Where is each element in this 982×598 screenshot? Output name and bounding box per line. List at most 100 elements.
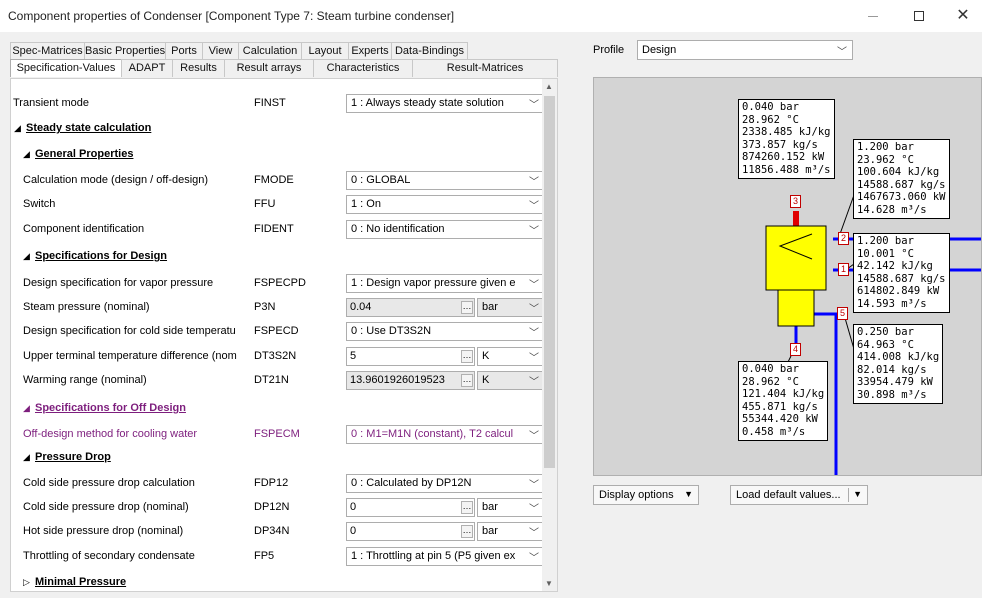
tab-view[interactable]: View xyxy=(202,42,239,60)
property-row-ffu: Switch FFU 1 : On ﹀ xyxy=(11,193,543,216)
pin-2[interactable]: 2 xyxy=(838,232,849,245)
chevron-down-icon: ﹀ xyxy=(529,304,539,315)
tab-results[interactable]: Results xyxy=(172,59,225,77)
p3n-unit-select[interactable]: bar ﹀ xyxy=(477,298,543,317)
chevron-down-icon: ﹀ xyxy=(529,553,539,564)
property-code: FINST xyxy=(254,97,286,109)
chevron-down-icon: ﹀ xyxy=(529,377,539,388)
ellipsis-button[interactable]: … xyxy=(461,525,473,538)
p3n-input[interactable]: 0.04… xyxy=(346,298,475,317)
dt21n-input[interactable]: 13.9601926019523… xyxy=(346,371,475,390)
expand-triangle-icon: ▷ xyxy=(23,577,30,587)
property-code: FSPECPD xyxy=(254,277,306,289)
tab-ports[interactable]: Ports xyxy=(165,42,203,60)
tab-specification-values[interactable]: Specification-Values xyxy=(10,59,122,77)
load-default-values-button[interactable]: Load default values... ▼ xyxy=(730,485,868,505)
fdp12-select[interactable]: 0 : Calculated by DP12N ﹀ xyxy=(346,474,543,493)
window-title: Component properties of Condenser [Compo… xyxy=(8,9,455,23)
tab-spec-matrices[interactable]: Spec-Matrices xyxy=(10,42,85,60)
property-code: FSPECM xyxy=(254,428,300,440)
fmode-select[interactable]: 0 : GLOBAL ﹀ xyxy=(346,171,543,190)
property-row-dt21n: Warming range (nominal) DT21N 13.9601926… xyxy=(11,369,543,392)
ellipsis-button[interactable]: … xyxy=(461,301,473,314)
ffu-select[interactable]: 1 : On ﹀ xyxy=(346,195,543,214)
collapse-triangle-icon: ◢ xyxy=(14,123,21,133)
chevron-down-icon: ﹀ xyxy=(529,328,539,339)
tab-adapt[interactable]: ADAPT xyxy=(121,59,173,77)
property-row-p3n: Steam pressure (nominal) P3N 0.04… bar ﹀ xyxy=(11,296,543,319)
property-row-fp5: Throttling of secondary condensate FP5 1… xyxy=(11,545,543,568)
tab-row-1: Spec-Matrices Basic Properties Ports Vie… xyxy=(10,42,558,60)
dt21n-unit-select[interactable]: K ﹀ xyxy=(477,371,543,390)
minimize-button[interactable] xyxy=(850,0,896,32)
diagram-canvas[interactable]: 3 2 1 5 4 0.040 bar 28.962 °C 2338.485 kJ/… xyxy=(593,77,982,476)
result-box-pin3: 0.040 bar 28.962 °C 2338.485 kJ/kg 373.857… xyxy=(738,99,835,179)
scroll-down-icon[interactable]: ▼ xyxy=(545,579,553,588)
property-label: Steam pressure (nominal) xyxy=(23,301,150,313)
property-panel: Transient mode FINST 1 : Always steady s… xyxy=(10,78,558,592)
chevron-down-icon: ﹀ xyxy=(529,177,539,188)
property-code: DT3S2N xyxy=(254,350,297,362)
tab-result-arrays[interactable]: Result arrays xyxy=(224,59,314,77)
section-general-properties[interactable]: ◢ General Properties xyxy=(23,148,133,160)
section-minimal-pressure[interactable]: ▷ Minimal Pressure xyxy=(23,576,126,588)
collapse-triangle-icon: ◢ xyxy=(23,251,30,261)
chevron-down-icon: ﹀ xyxy=(529,100,539,111)
ellipsis-button[interactable]: … xyxy=(461,350,473,363)
section-specifications-design[interactable]: ◢ Specifications for Design xyxy=(23,250,167,262)
chevron-down-icon: ﹀ xyxy=(529,201,539,212)
tab-data-bindings[interactable]: Data-Bindings xyxy=(391,42,468,60)
ellipsis-button[interactable]: … xyxy=(461,501,473,514)
section-specifications-off-design[interactable]: ◢ Specifications for Off Design xyxy=(23,402,186,414)
dt3s2n-unit-select[interactable]: K ﹀ xyxy=(477,347,543,366)
section-steady-state[interactable]: ◢ Steady state calculation xyxy=(14,122,151,134)
dp34n-input[interactable]: 0… xyxy=(346,522,475,541)
scroll-up-icon[interactable]: ▲ xyxy=(545,82,553,91)
finst-select[interactable]: 1 : Always steady state solution ﹀ xyxy=(346,94,543,113)
dp12n-unit-select[interactable]: bar ﹀ xyxy=(477,498,543,517)
tab-experts[interactable]: Experts xyxy=(348,42,392,60)
result-box-pin5: 0.250 bar 64.963 °C 414.008 kJ/kg 82.014 k… xyxy=(853,324,944,404)
close-button[interactable]: ✕ xyxy=(940,0,982,32)
vertical-scrollbar[interactable]: ▲ ▼ xyxy=(542,79,557,591)
property-code: FIDENT xyxy=(254,223,294,235)
tab-result-matrices[interactable]: Result-Matrices xyxy=(412,59,558,77)
close-icon: ✕ xyxy=(956,7,970,24)
property-row-fspecd: Design specification for cold side tempe… xyxy=(11,320,543,343)
property-code: FDP12 xyxy=(254,477,289,489)
fspecd-select[interactable]: 0 : Use DT3S2N ﹀ xyxy=(346,322,543,341)
maximize-button[interactable] xyxy=(896,0,942,32)
ellipsis-button[interactable]: … xyxy=(461,374,473,387)
collapse-triangle-icon: ◢ xyxy=(23,149,30,159)
pin-3[interactable]: 3 xyxy=(790,195,801,208)
tab-characteristics[interactable]: Characteristics xyxy=(313,59,413,77)
fp5-select[interactable]: 1 : Throttling at pin 5 (P5 given ex ﹀ xyxy=(346,547,543,566)
tab-basic-properties[interactable]: Basic Properties xyxy=(84,42,166,60)
profile-label: Profile xyxy=(593,44,625,56)
property-code: DP34N xyxy=(254,525,290,537)
pin-5[interactable]: 5 xyxy=(837,307,848,320)
dp12n-input[interactable]: 0… xyxy=(346,498,475,517)
property-row-finst: Transient mode FINST 1 : Always steady s… xyxy=(11,92,543,115)
property-code: P3N xyxy=(254,301,276,313)
scrollbar-thumb[interactable] xyxy=(544,96,555,468)
result-box-pin2: 1.200 bar 23.962 °C 100.604 kJ/kg 14588.68… xyxy=(853,139,950,219)
display-options-button[interactable]: Display options ▼ xyxy=(593,485,699,505)
collapse-triangle-icon: ◢ xyxy=(23,452,30,462)
dropdown-arrow-icon[interactable]: ▼ xyxy=(853,489,862,499)
tab-calculation[interactable]: Calculation xyxy=(238,42,302,60)
pin-1[interactable]: 1 xyxy=(838,263,849,276)
tab-layout[interactable]: Layout xyxy=(301,42,349,60)
tab-row-2: Specification-Values ADAPT Results Resul… xyxy=(10,59,558,77)
dp34n-unit-select[interactable]: bar ﹀ xyxy=(477,522,543,541)
section-pressure-drop[interactable]: ◢ Pressure Drop xyxy=(23,451,111,463)
pin-4[interactable]: 4 xyxy=(790,343,801,356)
dt3s2n-input[interactable]: 5… xyxy=(346,347,475,366)
fident-select[interactable]: 0 : No identification ﹀ xyxy=(346,220,543,239)
property-code: DP12N xyxy=(254,501,290,513)
profile-select[interactable]: Design ﹀ xyxy=(637,40,853,60)
property-row-fspecm: Off-design method for cooling water FSPE… xyxy=(11,423,543,446)
condenser-body xyxy=(765,225,827,291)
fspecpd-select[interactable]: 1 : Design vapor pressure given e ﹀ xyxy=(346,274,543,293)
fspecm-select[interactable]: 0 : M1=M1N (constant), T2 calcul ﹀ xyxy=(346,425,543,444)
